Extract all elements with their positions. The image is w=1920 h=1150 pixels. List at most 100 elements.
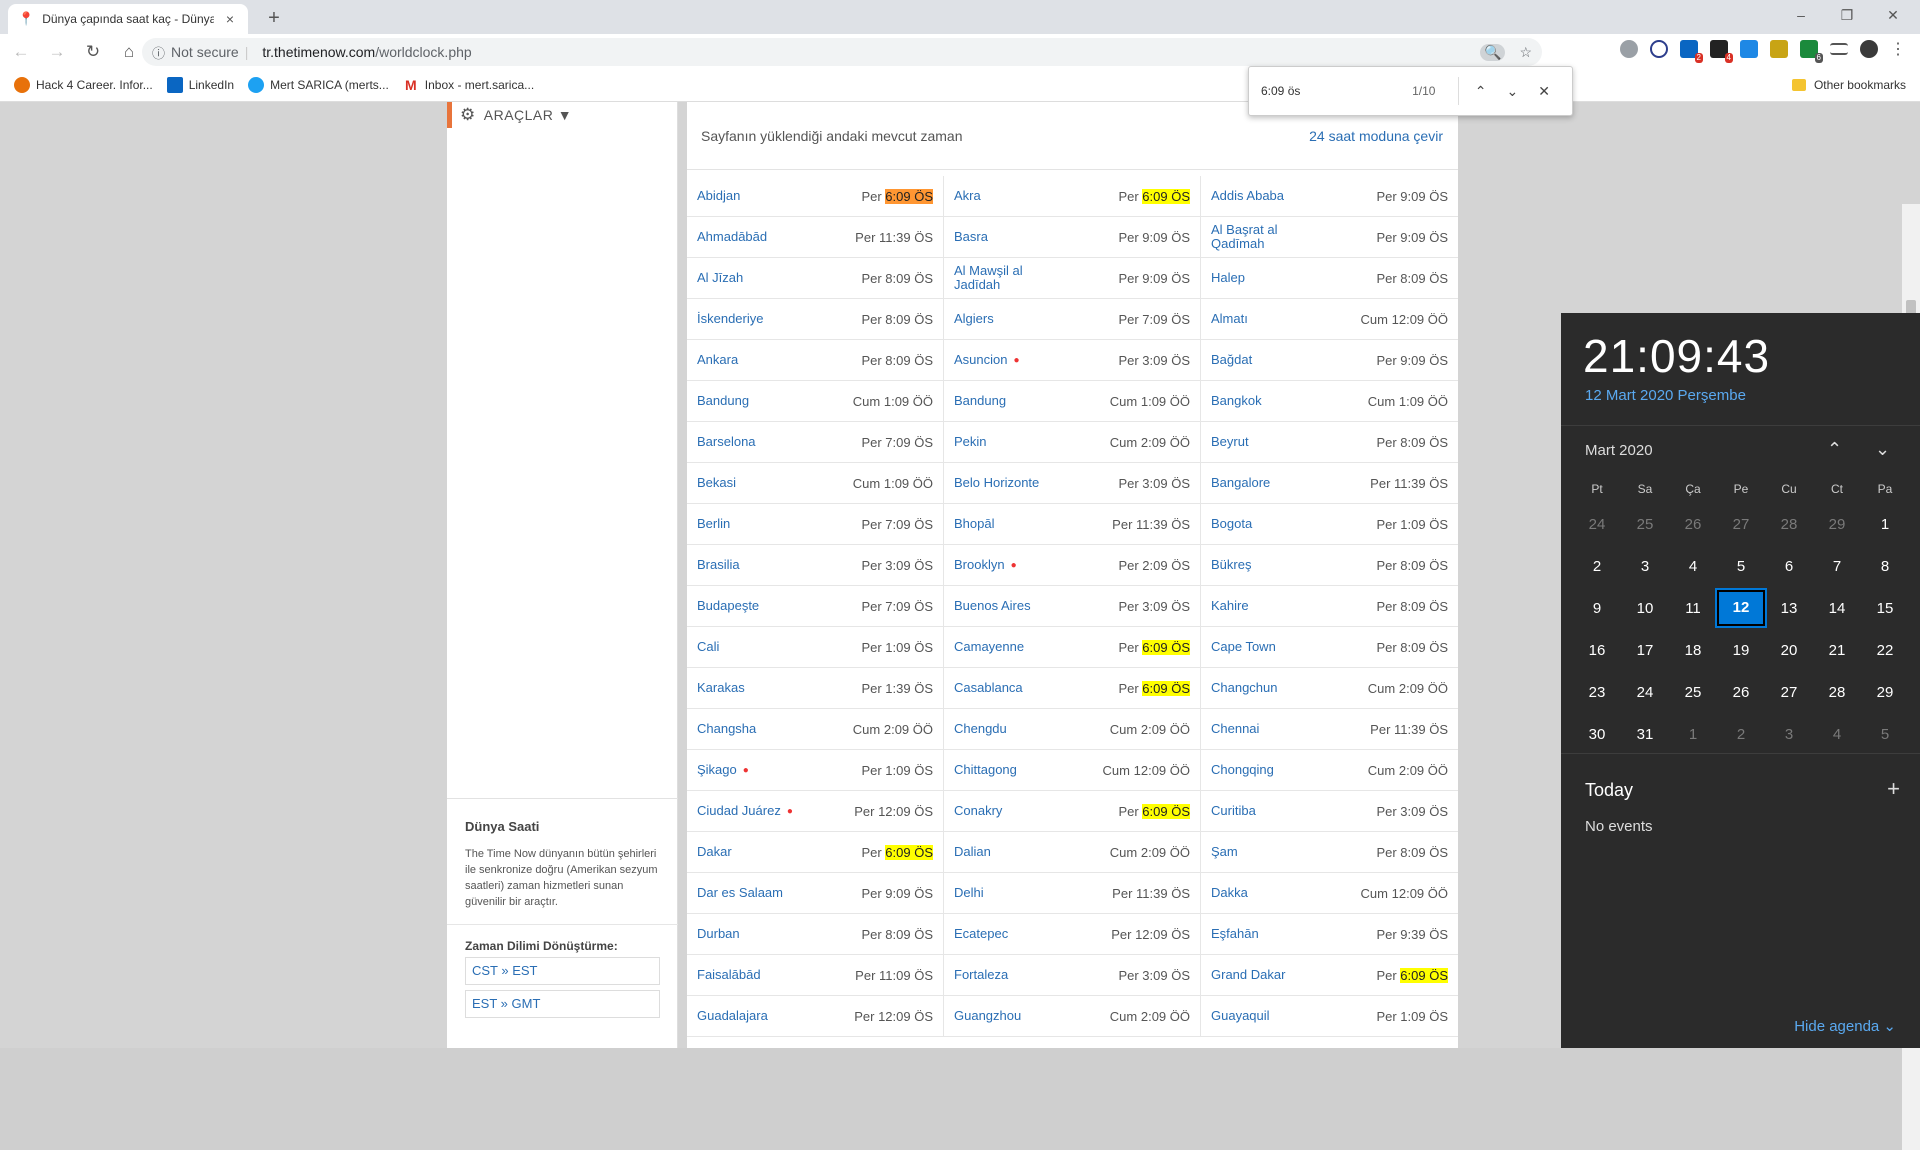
city-link[interactable]: Brasilia xyxy=(697,558,740,572)
info-icon[interactable]: ⓘ xyxy=(152,43,165,62)
other-bookmarks[interactable]: Other bookmarks xyxy=(1791,78,1906,92)
city-link[interactable]: Chengdu xyxy=(954,722,1007,736)
converter-link-est-gmt[interactable]: EST » GMT xyxy=(465,990,660,1018)
calendar-day[interactable]: 28 xyxy=(1813,684,1861,701)
city-link[interactable]: Bekasi xyxy=(697,476,736,490)
calendar-day[interactable]: 15 xyxy=(1861,600,1909,617)
forward-icon[interactable]: → xyxy=(42,37,72,67)
calendar-day[interactable]: 26 xyxy=(1669,516,1717,533)
city-link[interactable]: Al Mawşil al Jadīdah xyxy=(954,264,1064,292)
chevron-up-icon[interactable]: ⌃ xyxy=(1827,439,1842,460)
extension-notes-icon[interactable]: 4 xyxy=(1710,40,1733,63)
back-icon[interactable]: ← xyxy=(6,37,36,67)
new-tab-button[interactable]: + xyxy=(260,6,288,30)
calendar-day-today[interactable]: 12 xyxy=(1715,588,1767,628)
calendar-day[interactable]: 20 xyxy=(1765,642,1813,659)
reading-list-icon[interactable] xyxy=(1830,43,1848,55)
city-link[interactable]: Berlin xyxy=(697,517,730,531)
city-link[interactable]: Ahmadābād xyxy=(697,230,767,244)
extension-linkedin-icon[interactable]: 2 xyxy=(1680,40,1703,63)
hide-agenda-link[interactable]: Hide agenda ⌄ xyxy=(1794,1017,1896,1035)
calendar-day[interactable]: 24 xyxy=(1621,684,1669,701)
city-link[interactable]: Delhi xyxy=(954,886,984,900)
calendar-day[interactable]: 27 xyxy=(1717,516,1765,533)
extension-shield-icon[interactable]: 6 xyxy=(1800,40,1823,63)
city-link[interactable]: Şikago xyxy=(697,763,737,777)
city-link[interactable]: Bhopāl xyxy=(954,517,994,531)
browser-tab[interactable]: 📍 Dünya çapında saat kaç - Dünya × xyxy=(8,4,248,34)
city-link[interactable]: Ecatepec xyxy=(954,927,1008,941)
city-link[interactable]: Durban xyxy=(697,927,740,941)
city-link[interactable]: Şam xyxy=(1211,845,1238,859)
bookmark-hack4career[interactable]: Hack 4 Career. Infor... xyxy=(14,77,153,93)
calendar-day[interactable]: 1 xyxy=(1669,726,1717,743)
city-link[interactable]: Halep xyxy=(1211,271,1245,285)
city-link[interactable]: Asuncion xyxy=(954,353,1007,367)
city-link[interactable]: Chittagong xyxy=(954,763,1017,777)
city-link[interactable]: Beyrut xyxy=(1211,435,1249,449)
city-link[interactable]: Abidjan xyxy=(697,189,740,203)
city-link[interactable]: Guadalajara xyxy=(697,1009,768,1023)
city-link[interactable]: Chongqing xyxy=(1211,763,1274,777)
city-link[interactable]: Barselona xyxy=(697,435,756,449)
city-link[interactable]: Kahire xyxy=(1211,599,1249,613)
tab-close-icon[interactable]: × xyxy=(222,11,238,27)
city-link[interactable]: Fortaleza xyxy=(954,968,1008,982)
city-link[interactable]: Belo Horizonte xyxy=(954,476,1039,490)
city-link[interactable]: Bogota xyxy=(1211,517,1252,531)
calendar-day[interactable]: 3 xyxy=(1621,558,1669,575)
city-link[interactable]: Changchun xyxy=(1211,681,1278,695)
bookmark-gmail[interactable]: M Inbox - mert.sarica... xyxy=(403,77,534,93)
city-link[interactable]: Dalian xyxy=(954,845,991,859)
chevron-down-icon[interactable]: ⌄ xyxy=(1875,439,1890,460)
calendar-day[interactable]: 23 xyxy=(1573,684,1621,701)
add-event-icon[interactable]: + xyxy=(1887,776,1900,802)
city-link[interactable]: Brooklyn xyxy=(954,558,1005,572)
calendar-day[interactable]: 19 xyxy=(1717,642,1765,659)
minimize-button[interactable]: – xyxy=(1778,0,1824,30)
city-link[interactable]: Pekin xyxy=(954,435,987,449)
city-link[interactable]: Al Başrat al Qadīmah xyxy=(1211,223,1321,251)
city-link[interactable]: Al Jīzah xyxy=(697,271,743,285)
city-link[interactable]: Eşfahān xyxy=(1211,927,1259,941)
city-link[interactable]: Guayaquil xyxy=(1211,1009,1270,1023)
city-link[interactable]: Addis Ababa xyxy=(1211,189,1284,203)
tools-menu[interactable]: ⚙ ARAÇLAR ▼ xyxy=(447,102,677,128)
calendar-day[interactable]: 31 xyxy=(1621,726,1669,743)
calendar-day[interactable]: 2 xyxy=(1573,558,1621,575)
calendar-day[interactable]: 7 xyxy=(1813,558,1861,575)
calendar-day[interactable]: 26 xyxy=(1717,684,1765,701)
city-link[interactable]: Budapeşte xyxy=(697,599,759,613)
find-page-icon[interactable]: 🔍 xyxy=(1480,43,1506,61)
calendar-day[interactable]: 29 xyxy=(1813,516,1861,533)
city-link[interactable]: Conakry xyxy=(954,804,1002,818)
calendar-day[interactable]: 10 xyxy=(1621,600,1669,617)
calendar-day[interactable]: 2 xyxy=(1717,726,1765,743)
calendar-day[interactable]: 11 xyxy=(1669,600,1717,617)
city-link[interactable]: Almatı xyxy=(1211,312,1248,326)
calendar-day[interactable]: 27 xyxy=(1765,684,1813,701)
calendar-day[interactable]: 4 xyxy=(1813,726,1861,743)
city-link[interactable]: Casablanca xyxy=(954,681,1023,695)
city-link[interactable]: Karakas xyxy=(697,681,745,695)
calendar-day[interactable]: 6 xyxy=(1765,558,1813,575)
bookmark-star-icon[interactable]: ☆ xyxy=(1519,44,1532,61)
city-link[interactable]: Dar es Salaam xyxy=(697,886,783,900)
calendar-day[interactable]: 25 xyxy=(1621,516,1669,533)
city-link[interactable]: Bandung xyxy=(697,394,749,408)
home-icon[interactable]: ⌂ xyxy=(114,37,144,67)
city-link[interactable]: Bağdat xyxy=(1211,353,1252,367)
city-link[interactable]: Basra xyxy=(954,230,988,244)
city-link[interactable]: Cali xyxy=(697,640,719,654)
calendar-day[interactable]: 24 xyxy=(1573,516,1621,533)
city-link[interactable]: Bangalore xyxy=(1211,476,1270,490)
calendar-day[interactable]: 30 xyxy=(1573,726,1621,743)
city-link[interactable]: İskenderiye xyxy=(697,312,763,326)
city-link[interactable]: Akra xyxy=(954,189,981,203)
calendar-day[interactable]: 17 xyxy=(1621,642,1669,659)
calendar-day[interactable]: 5 xyxy=(1717,558,1765,575)
calendar-day[interactable]: 22 xyxy=(1861,642,1909,659)
calendar-day[interactable]: 28 xyxy=(1765,516,1813,533)
calendar-day[interactable]: 29 xyxy=(1861,684,1909,701)
city-link[interactable]: Changsha xyxy=(697,722,756,736)
